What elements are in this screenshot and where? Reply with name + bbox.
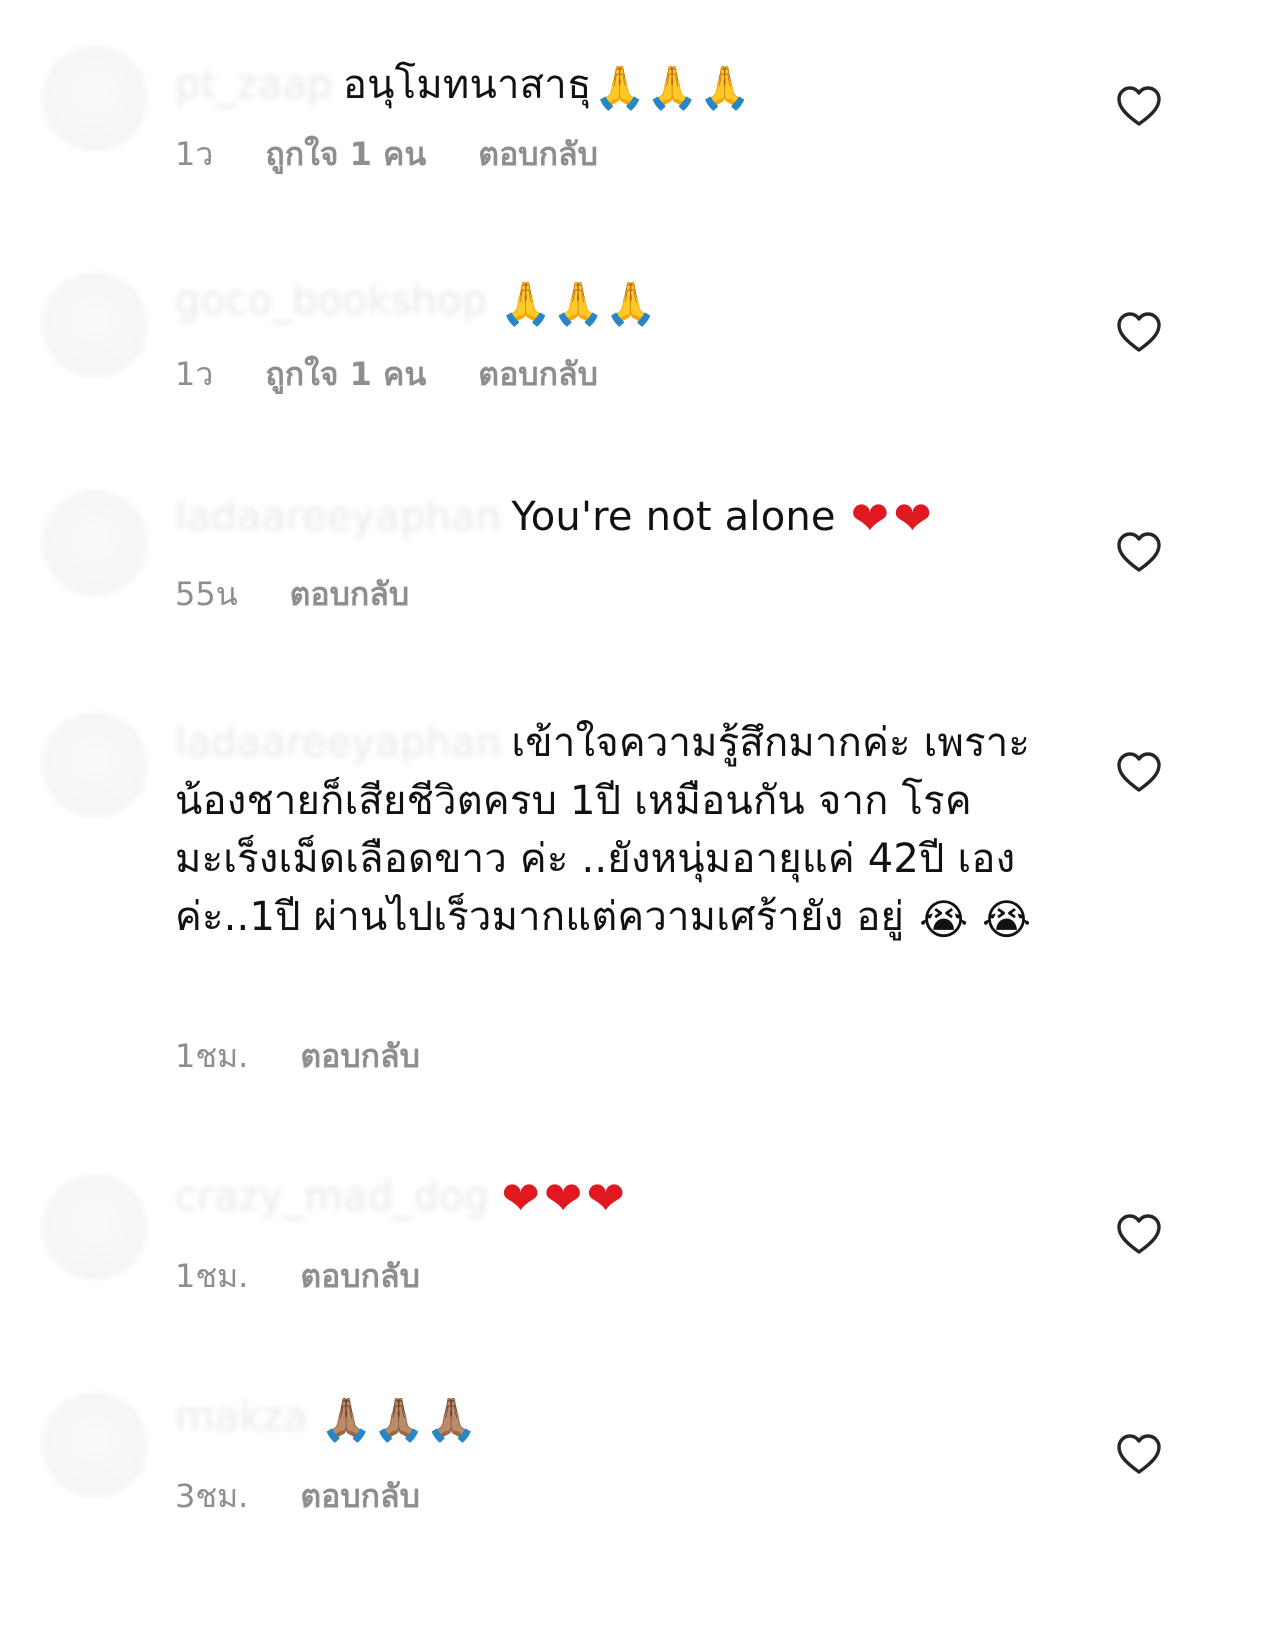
comment-likes-link[interactable]: ถูกใจ 1 คน bbox=[265, 135, 426, 173]
comment-username[interactable]: ladaareeyaphan bbox=[175, 720, 501, 766]
comment-time: 1ว bbox=[175, 135, 214, 173]
comment-body: goco_bookshop 🙏🙏🙏 bbox=[175, 272, 1095, 330]
red-heart-emoji: ❤❤❤ bbox=[501, 1171, 629, 1225]
reply-button[interactable]: ตอบกลับ bbox=[300, 1037, 420, 1075]
comment-body: makza 🙏🏽🙏🏽🙏🏽 bbox=[175, 1388, 1095, 1446]
comment-time: 1ชม. bbox=[175, 1037, 249, 1075]
comment-body: crazy_mad_dog ❤❤❤ bbox=[175, 1168, 1095, 1226]
avatar[interactable] bbox=[42, 490, 148, 596]
like-heart-icon[interactable] bbox=[1115, 1212, 1163, 1256]
comment-meta: 1ชม. ตอบกลับ bbox=[175, 1036, 420, 1076]
reply-button[interactable]: ตอบกลับ bbox=[478, 355, 598, 393]
reply-button[interactable]: ตอบกลับ bbox=[300, 1477, 420, 1515]
like-heart-icon[interactable] bbox=[1115, 530, 1163, 574]
loudly-crying-face-emoji: 😭 😭 bbox=[919, 895, 1032, 944]
comment-text: You're not alone bbox=[511, 494, 836, 540]
reply-button[interactable]: ตอบกลับ bbox=[300, 1257, 420, 1295]
comment-username[interactable]: crazy_mad_dog bbox=[175, 1174, 489, 1220]
comment-username[interactable]: makza bbox=[175, 1394, 308, 1440]
comment-meta: 1ว ถูกใจ 1 คน ตอบกลับ bbox=[175, 134, 598, 174]
comment-time: 1ว bbox=[175, 355, 214, 393]
folded-hands-emoji: 🙏🙏🙏 bbox=[499, 279, 657, 328]
comment-body: pt_zaap อนุโมทนาสาธุ🙏🙏🙏 bbox=[175, 56, 1095, 114]
avatar[interactable] bbox=[42, 1392, 148, 1498]
comment-username[interactable]: goco_bookshop bbox=[175, 278, 487, 324]
comment-text: อนุโมทนาสาธุ bbox=[342, 62, 592, 108]
red-heart-emoji: ❤❤ bbox=[850, 491, 936, 545]
comment-likes-link[interactable]: ถูกใจ 1 คน bbox=[265, 355, 426, 393]
comment-username[interactable]: pt_zaap bbox=[175, 62, 333, 108]
folded-hands-emoji: 🙏🙏🙏 bbox=[593, 63, 752, 112]
comment-time: 55น bbox=[175, 575, 238, 613]
comment-username[interactable]: ladaareeyaphan bbox=[175, 494, 501, 540]
like-heart-icon[interactable] bbox=[1115, 1432, 1163, 1476]
avatar[interactable] bbox=[42, 1174, 148, 1280]
avatar[interactable] bbox=[42, 272, 148, 378]
folded-hands-medium-skin-emoji: 🙏🏽🙏🏽🙏🏽 bbox=[320, 1395, 478, 1444]
like-heart-icon[interactable] bbox=[1115, 310, 1163, 354]
comment-meta: 1ชม. ตอบกลับ bbox=[175, 1256, 420, 1296]
comment-meta: 55น ตอบกลับ bbox=[175, 574, 409, 614]
comment-body: ladaareeyaphan เข้าใจความรู้สึกมากค่ะ เพร… bbox=[175, 714, 1075, 946]
comment-meta: 3ชม. ตอบกลับ bbox=[175, 1476, 420, 1516]
reply-button[interactable]: ตอบกลับ bbox=[290, 575, 410, 613]
avatar[interactable] bbox=[42, 712, 148, 818]
comment-time: 3ชม. bbox=[175, 1477, 249, 1515]
comment-body: ladaareeyaphan You're not alone ❤❤ bbox=[175, 488, 1095, 546]
comment-time: 1ชม. bbox=[175, 1257, 249, 1295]
comment-meta: 1ว ถูกใจ 1 คน ตอบกลับ bbox=[175, 354, 598, 394]
like-heart-icon[interactable] bbox=[1115, 750, 1163, 794]
reply-button[interactable]: ตอบกลับ bbox=[478, 135, 598, 173]
like-heart-icon[interactable] bbox=[1115, 84, 1163, 128]
avatar[interactable] bbox=[42, 45, 148, 151]
